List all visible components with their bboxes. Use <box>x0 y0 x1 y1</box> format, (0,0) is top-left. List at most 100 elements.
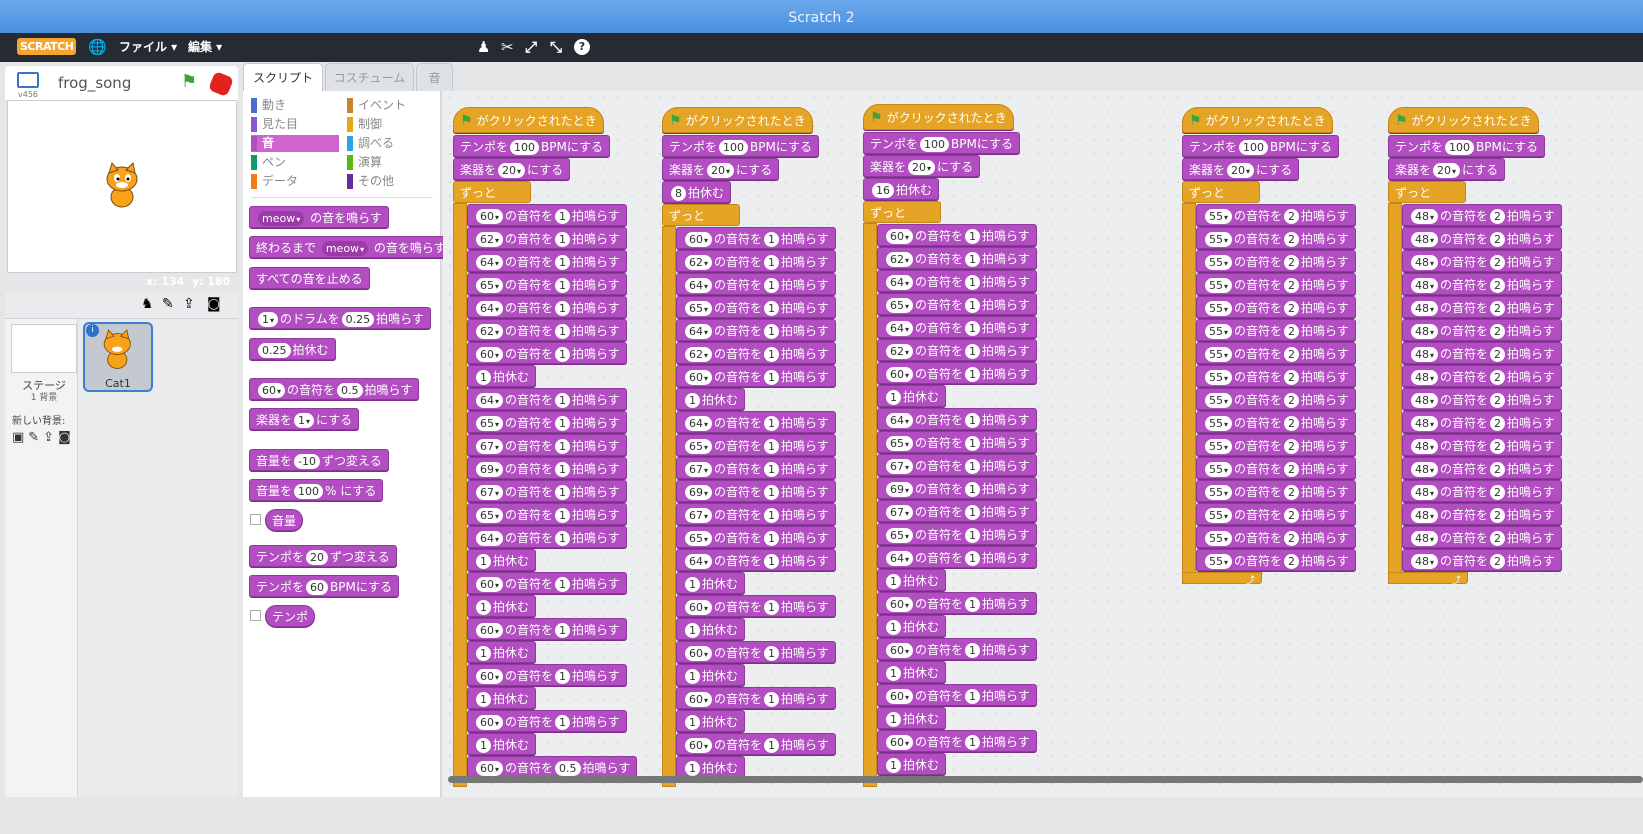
play-note-block[interactable]: 55の音符を2拍鳴らす <box>1196 503 1356 525</box>
play-note-block[interactable]: 55の音符を2拍鳴らす <box>1196 411 1356 433</box>
stop-all-sounds-block[interactable]: すべての音を止める <box>249 267 370 289</box>
when-flag-clicked-block[interactable]: ⚑ がクリックされたとき <box>453 107 604 133</box>
set-tempo-block[interactable]: テンポを 60 BPMにする <box>249 575 399 597</box>
category-data[interactable]: データ <box>251 173 298 190</box>
play-note-block[interactable]: 55の音符を2拍鳴らす <box>1196 480 1356 502</box>
play-note-block[interactable]: 64の音符を1拍鳴らす <box>877 270 1037 292</box>
rest-block[interactable]: 1 拍休む <box>877 569 947 591</box>
rest-block[interactable]: 1 拍休む <box>676 572 746 594</box>
forever-block[interactable]: ずっと <box>453 181 531 203</box>
edit-menu[interactable]: 編集 ▾ <box>188 33 222 62</box>
change-volume-block[interactable]: 音量を -10 ずつ変える <box>249 449 389 471</box>
play-note-block[interactable]: 60の音符を1拍鳴らす <box>877 684 1037 706</box>
play-note-block[interactable]: 67の音符を1拍鳴らす <box>467 480 627 502</box>
play-note-block[interactable]: 60の音符を1拍鳴らす <box>467 204 627 226</box>
rest-block[interactable]: 1 拍休む <box>877 753 947 775</box>
play-note-block[interactable]: 48の音符を2拍鳴らす <box>1402 480 1562 502</box>
play-note-block[interactable]: 60の音符を1拍鳴らす <box>467 618 627 640</box>
set-tempo-block[interactable]: テンポを 100 BPMにする <box>1182 135 1339 157</box>
tab-costumes[interactable]: コスチューム <box>325 63 414 91</box>
play-note-block[interactable]: 64の音符を1拍鳴らす <box>877 546 1037 568</box>
play-note-block[interactable]: 60の音符を1拍鳴らす <box>676 641 836 663</box>
play-note-block[interactable]: 60の音符を0.5拍鳴らす <box>467 756 638 778</box>
tab-scripts[interactable]: スクリプト <box>243 63 323 91</box>
cut-icon[interactable]: ✂ <box>501 33 514 62</box>
play-note-block[interactable]: 67の音符を1拍鳴らす <box>877 500 1037 522</box>
rest-block[interactable]: 1 拍休む <box>467 549 537 571</box>
when-flag-clicked-block[interactable]: ⚑ がクリックされたとき <box>1388 107 1539 133</box>
presentation-mode-icon[interactable] <box>17 72 39 88</box>
play-note-block[interactable]: 65の音符を1拍鳴らす <box>676 526 836 548</box>
play-note-block[interactable]: 55の音符を2拍鳴らす <box>1196 365 1356 387</box>
play-note-block[interactable]: 60の音符を1拍鳴らす <box>467 342 627 364</box>
play-note-block[interactable]: 55の音符を2拍鳴らす <box>1196 342 1356 364</box>
play-note-block[interactable]: 48の音符を2拍鳴らす <box>1402 273 1562 295</box>
rest-block[interactable]: 1 拍休む <box>676 388 746 410</box>
forever-block[interactable]: ずっと <box>662 204 740 226</box>
play-note-block[interactable]: 48の音符を2拍鳴らす <box>1402 227 1562 249</box>
upload-sprite-icon[interactable]: ⇪ <box>183 296 195 312</box>
tab-sounds[interactable]: 音 <box>416 63 453 91</box>
play-note-block[interactable]: 48の音符を2拍鳴らす <box>1402 411 1562 433</box>
play-note-block[interactable]: 48の音符を2拍鳴らす <box>1402 549 1562 571</box>
file-menu[interactable]: ファイル ▾ <box>119 33 177 62</box>
sprite-library-icon[interactable]: ♞ <box>141 296 154 312</box>
play-note-block[interactable]: 69の音符を1拍鳴らす <box>676 480 836 502</box>
rest-block[interactable]: 1 拍休む <box>467 733 537 755</box>
play-note-block[interactable]: 64の音符を1拍鳴らす <box>467 250 627 272</box>
play-note-block[interactable]: 62の音符を1拍鳴らす <box>676 250 836 272</box>
play-note-block[interactable]: 69の音符を1拍鳴らす <box>467 457 627 479</box>
play-note-block[interactable]: 62の音符を1拍鳴らす <box>467 227 627 249</box>
volume-checkbox[interactable] <box>250 514 261 525</box>
stop-icon[interactable] <box>207 70 235 98</box>
rest-block[interactable]: 1 拍休む <box>676 710 746 732</box>
rest-block[interactable]: 1 拍休む <box>877 615 947 637</box>
play-note-block[interactable]: 64の音符を1拍鳴らす <box>676 273 836 295</box>
rest-block[interactable]: 1 拍休む <box>676 756 746 778</box>
play-note-block[interactable]: 65の音符を1拍鳴らす <box>467 411 627 433</box>
category-operators[interactable]: 演算 <box>347 154 382 171</box>
play-note-block[interactable]: 67の音符を1拍鳴らす <box>676 457 836 479</box>
play-note-block[interactable]: 55の音符を2拍鳴らす <box>1196 457 1356 479</box>
play-sound-until-done-block[interactable]: 終わるまで meow の音を鳴らす <box>249 236 453 258</box>
rest-block[interactable]: 1 拍休む <box>877 385 947 407</box>
play-note-block[interactable]: 55の音符を2拍鳴らす <box>1196 388 1356 410</box>
when-flag-clicked-block[interactable]: ⚑ がクリックされたとき <box>662 107 813 133</box>
forever-block[interactable]: ずっと <box>1182 181 1260 203</box>
globe-icon[interactable]: 🌐 <box>88 33 107 62</box>
play-note-block[interactable]: 48の音符を2拍鳴らす <box>1402 204 1562 226</box>
play-note-block[interactable]: 48の音符を2拍鳴らす <box>1402 319 1562 341</box>
play-note-block[interactable]: 55の音符を2拍鳴らす <box>1196 549 1356 571</box>
play-note-block[interactable]: 60の音符を1拍鳴らす <box>676 365 836 387</box>
category-motion[interactable]: 動き <box>251 97 286 114</box>
play-note-block[interactable]: 65の音符を1拍鳴らす <box>676 296 836 318</box>
category-control[interactable]: 制御 <box>347 116 382 133</box>
set-volume-block[interactable]: 音量を 100% にする <box>249 479 384 501</box>
play-note-block[interactable]: 55の音符を2拍鳴らす <box>1196 227 1356 249</box>
rest-block[interactable]: 1 拍休む <box>467 365 537 387</box>
stage-thumbnail[interactable] <box>11 324 77 373</box>
category-looks[interactable]: 見た目 <box>251 116 298 133</box>
play-note-block[interactable]: 55の音符を2拍鳴らす <box>1196 434 1356 456</box>
play-note-block[interactable]: 48の音符を2拍鳴らす <box>1402 503 1562 525</box>
play-note-block[interactable]: 55の音符を2拍鳴らす <box>1196 250 1356 272</box>
play-note-block[interactable]: 55の音符を2拍鳴らす <box>1196 319 1356 341</box>
set-tempo-block[interactable]: テンポを 100 BPMにする <box>1388 135 1545 157</box>
set-tempo-block[interactable]: テンポを 100 BPMにする <box>863 132 1020 154</box>
duplicate-icon[interactable]: ♟ <box>477 33 490 62</box>
rest-block[interactable]: 1 拍休む <box>877 707 947 729</box>
new-backdrop-icons[interactable]: ▣✎⇪◙ <box>12 430 75 445</box>
paint-sprite-icon[interactable]: ✎ <box>162 296 174 312</box>
category-sensing[interactable]: 調べる <box>347 135 394 152</box>
play-note-block[interactable]: 48の音符を2拍鳴らす <box>1402 526 1562 548</box>
stage-canvas[interactable] <box>7 100 237 273</box>
play-note-block[interactable]: 60の音符を1拍鳴らす <box>467 664 627 686</box>
play-note-block[interactable]: 69の音符を1拍鳴らす <box>877 477 1037 499</box>
play-note-block[interactable]: 60の音符を1拍鳴らす <box>676 733 836 755</box>
play-note-block[interactable]: 64の音符を1拍鳴らす <box>676 411 836 433</box>
play-note-block[interactable]: 60の音符を1拍鳴らす <box>676 595 836 617</box>
forever-block[interactable]: ずっと <box>1388 181 1466 203</box>
rest-block[interactable]: 1 拍休む <box>467 595 537 617</box>
grow-icon[interactable]: ⤢ <box>525 33 537 62</box>
rest-block[interactable]: 0.25 拍休む <box>249 338 336 360</box>
